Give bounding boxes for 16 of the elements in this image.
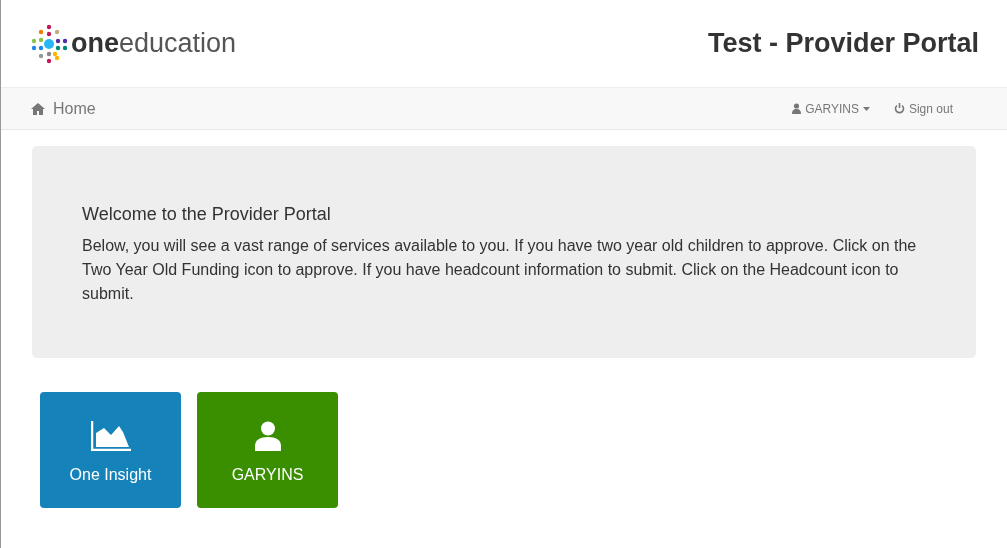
tile-button[interactable]: GARYINS	[197, 392, 338, 508]
user-icon	[254, 420, 281, 451]
user-icon	[792, 103, 802, 114]
welcome-heading: Welcome to the Provider Portal	[82, 204, 332, 226]
tile-button[interactable]: One Insight	[40, 392, 181, 508]
area-chart-icon	[90, 420, 131, 451]
user-menu[interactable]: GARYINS	[792, 99, 870, 118]
caret-icon	[862, 106, 870, 111]
logo-icon	[31, 23, 67, 64]
page-title: Test - Provider Portal	[707, 27, 979, 60]
power-icon	[893, 103, 905, 114]
sign-out-link[interactable]: Sign out	[893, 99, 953, 118]
welcome-text: Below, you will see a vast range of services available to you. If you have two year old children to approve. Click on the Two Year Old Funding icon to approve. If you have headcount information to submit. Click on the Headcount icon to submit.	[82, 235, 918, 304]
home-icon	[31, 102, 45, 115]
logo-text: oneeducation	[71, 27, 237, 61]
home-link[interactable]: Home	[31, 96, 96, 121]
